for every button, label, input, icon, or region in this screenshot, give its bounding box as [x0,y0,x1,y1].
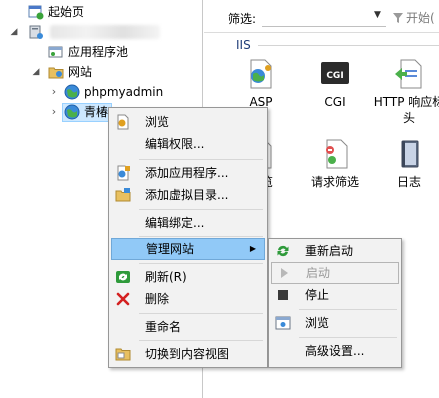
menu-item-advanced-settings[interactable]: 高级设置... [271,340,399,362]
tree-item-start-page[interactable]: 起始页 [0,2,200,22]
server-icon [29,25,43,39]
group-header-iis: IIS [236,38,251,52]
refresh-icon [116,271,130,283]
menu-item-label: 切换到内容视图 [145,347,230,361]
menu-item-label: 重新启动 [305,244,354,258]
chevron-down-icon[interactable]: ◢ [8,22,20,42]
globe-icon [64,84,80,100]
menu-item-label: 重命名 [145,320,182,334]
menu-separator [299,309,397,310]
feature-http-response-headers[interactable]: HTTP 响应标头 [372,58,439,138]
browse-icon [275,316,291,330]
menu-item-label: 刷新(R) [145,270,187,284]
tree-item-label: 网站 [68,65,93,79]
menu-item-label: 添加虚拟目录... [145,188,229,202]
logging-icon [401,140,419,168]
feature-cgi[interactable]: CGI CGI [298,58,372,118]
request-filtering-icon [326,139,348,169]
restart-icon [277,245,289,257]
menu-item-refresh[interactable]: 刷新(R) [111,266,265,288]
menu-separator [139,340,263,341]
stop-icon [278,290,288,300]
chevron-right-icon: ▶ [249,244,256,253]
filter-start-button[interactable]: 开始( [392,9,435,26]
tree-item-sites[interactable]: ◢ 网站 [0,62,200,82]
tree-item-app-pools[interactable]: 应用程序池 [0,42,200,62]
delete-icon [116,292,130,306]
chevron-down-icon[interactable]: ◢ [30,62,42,82]
menu-separator [139,159,263,160]
menu-separator [139,236,263,237]
tree-item-label: phpmyadmin [84,85,164,99]
menu-item-label: 浏览 [145,115,170,129]
redacted-server-name [50,25,160,39]
menu-item-rename[interactable]: 重命名 [111,316,265,338]
globe-icon [64,104,80,120]
menu-item-label: 管理网站 [146,242,195,256]
add-application-icon [117,165,130,181]
sites-folder-icon [48,67,64,79]
start-page-icon [28,5,44,20]
menu-item-add-virtual-directory[interactable]: 添加虚拟目录... [111,184,265,206]
menu-item-edit-permissions[interactable]: 编辑权限... [111,133,265,155]
menu-item-delete[interactable]: 删除 [111,288,265,310]
browse-icon [117,114,129,130]
tree-item-site-phpmyadmin[interactable]: › phpmyadmin [0,82,200,102]
menu-item-browse[interactable]: 浏览 [271,312,399,334]
menu-separator [299,337,397,338]
menu-item-edit-bindings[interactable]: 编辑绑定... [111,212,265,234]
feature-request-filtering[interactable]: 请求筛选 [298,138,372,198]
menu-item-browse[interactable]: 浏览 [111,111,265,133]
menu-item-add-application[interactable]: 添加应用程序... [111,162,265,184]
menu-item-label: 编辑绑定... [145,216,205,230]
chevron-down-icon[interactable]: ▼ [374,10,381,20]
filter-toolbar: 筛选: ▼ 开始( [204,0,439,33]
tree-item-server[interactable]: ◢ [0,22,200,42]
tree-item-label: 应用程序池 [68,45,129,59]
filter-start-label: 开始( [406,11,435,25]
menu-item-restart[interactable]: 重新启动 [271,240,399,262]
menu-item-label: 编辑权限... [145,137,205,151]
menu-item-label: 添加应用程序... [145,166,229,180]
application-pools-icon [48,46,63,58]
menu-separator [139,209,263,210]
menu-separator [139,263,263,264]
funnel-icon [393,13,403,23]
menu-item-stop[interactable]: 停止 [271,284,399,306]
chevron-right-icon[interactable]: › [48,102,60,122]
menu-item-label: 启动 [306,266,331,280]
group-divider [258,45,439,46]
add-virtual-directory-icon [115,188,131,202]
menu-item-label: 删除 [145,292,170,306]
svg-text:CGI: CGI [326,71,343,81]
menu-item-switch-content-view[interactable]: 切换到内容视图 [111,343,265,365]
context-menu: 浏览 编辑权限... 添加应用程序... 添加虚拟目录... 编辑绑定... 管… [108,107,268,368]
menu-item-label: 浏览 [305,316,330,330]
chevron-right-icon[interactable]: › [48,82,60,102]
filter-input[interactable] [262,7,386,27]
cgi-icon: CGI [321,62,349,84]
menu-item-label: 停止 [305,288,330,302]
filter-label: 筛选: [228,12,257,26]
feature-logging[interactable]: 日志 [372,138,439,198]
asp-icon [250,59,272,89]
menu-item-start[interactable]: 启动 [271,262,399,284]
content-view-icon [115,348,131,361]
tree-item-label: 起始页 [48,5,85,19]
feature-label: 请求筛选 [310,175,359,189]
tree-item-label: 青椿 [84,105,109,119]
manage-website-submenu: 重新启动 启动 停止 浏览 高级设置... [268,238,402,368]
feature-label: 日志 [396,175,421,189]
menu-item-label: 高级设置... [305,344,365,358]
start-icon [281,268,288,278]
feature-label: CGI [324,95,346,109]
feature-label: HTTP 响应标头 [373,95,439,125]
menu-separator [139,313,263,314]
menu-item-manage-website[interactable]: 管理网站 ▶ [111,238,265,260]
http-response-headers-icon [395,59,422,89]
